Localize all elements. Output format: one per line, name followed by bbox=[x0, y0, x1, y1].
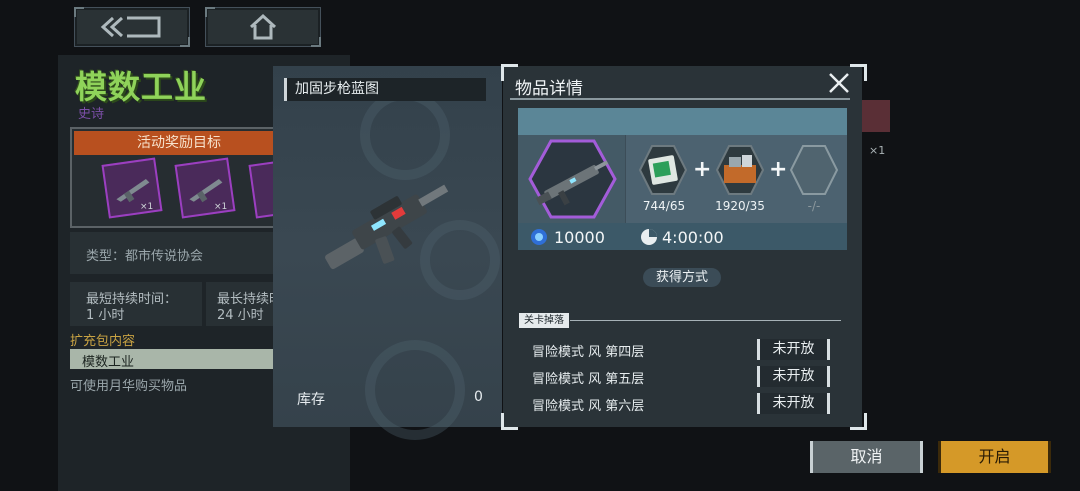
frame-corner bbox=[850, 413, 867, 430]
drop-source: 冒险模式 风 第六层 bbox=[532, 399, 645, 414]
min-time-value: 1 小时 bbox=[86, 308, 125, 323]
supply-crate-icon bbox=[715, 145, 765, 195]
ingredient-qty: 1920/35 bbox=[715, 199, 765, 213]
recipe-header-bar bbox=[518, 108, 847, 135]
blueprint-title: 加固步枪蓝图 bbox=[284, 78, 486, 101]
pack-type: 类型：都市传说协会 bbox=[86, 249, 204, 264]
drop-section-divider bbox=[570, 320, 841, 321]
plus-sign: + bbox=[693, 157, 712, 182]
ingredient-slot-empty[interactable] bbox=[787, 143, 841, 197]
circuit-board-icon bbox=[638, 145, 688, 195]
close-icon bbox=[829, 73, 849, 93]
back-icon bbox=[100, 16, 161, 38]
open-button[interactable]: 开启 bbox=[938, 441, 1051, 473]
cancel-button[interactable]: 取消 bbox=[810, 441, 923, 473]
reward-target-header: 活动奖励目标 bbox=[74, 131, 284, 155]
bg-reward-count: ×1 bbox=[869, 144, 886, 157]
title-divider bbox=[510, 98, 850, 100]
drop-status-button[interactable]: 未开放 bbox=[757, 339, 830, 360]
back-button[interactable] bbox=[74, 7, 190, 47]
decor-ring bbox=[360, 90, 450, 180]
pack-title: 模数工业 bbox=[75, 68, 208, 106]
stock-value: 0 bbox=[474, 389, 483, 405]
close-button[interactable] bbox=[826, 70, 852, 96]
expansion-label: 扩充包内容 bbox=[70, 334, 136, 349]
reward-count: ×1 bbox=[140, 202, 154, 212]
craft-cost: 10000 bbox=[554, 228, 605, 247]
frame-corner bbox=[501, 413, 518, 430]
ingredient-slot[interactable] bbox=[636, 143, 690, 197]
empty-slot-icon bbox=[789, 145, 839, 195]
drop-source: 冒险模式 风 第四层 bbox=[532, 345, 645, 360]
coin-icon bbox=[531, 229, 547, 245]
max-time-value: 24 小时 bbox=[217, 308, 264, 323]
clock-icon bbox=[641, 229, 657, 245]
drop-section-label: 关卡掉落 bbox=[519, 313, 569, 328]
rifle-blueprint-icon bbox=[325, 184, 449, 270]
recipe-result-slot[interactable] bbox=[518, 135, 625, 223]
home-icon bbox=[249, 13, 277, 40]
rarity-label: 史诗 bbox=[78, 107, 105, 122]
rifle-result-icon bbox=[528, 139, 617, 219]
drop-status-button[interactable]: 未开放 bbox=[757, 366, 830, 387]
plus-sign: + bbox=[769, 157, 788, 182]
stock-label: 库存 bbox=[297, 392, 325, 408]
frame-corner bbox=[850, 64, 867, 81]
drop-status-button[interactable]: 未开放 bbox=[757, 393, 830, 414]
home-button[interactable] bbox=[205, 7, 321, 47]
details-title: 物品详情 bbox=[515, 79, 583, 99]
ingredient-slot[interactable] bbox=[713, 143, 767, 197]
decor-ring bbox=[365, 340, 465, 440]
currency-note: 可使用月华购买物品 bbox=[70, 379, 188, 394]
ingredient-qty: -/- bbox=[807, 199, 821, 213]
expansion-item: 模数工业 bbox=[82, 355, 135, 370]
drop-source: 冒险模式 风 第五层 bbox=[532, 372, 645, 387]
craft-time: 4:00:00 bbox=[662, 228, 724, 247]
reward-item[interactable] bbox=[101, 157, 163, 219]
bg-reward-item bbox=[862, 100, 890, 132]
reward-count: ×1 bbox=[214, 202, 228, 212]
obtain-method-button[interactable]: 获得方式 bbox=[643, 268, 721, 287]
ingredient-qty: 744/65 bbox=[642, 199, 686, 213]
